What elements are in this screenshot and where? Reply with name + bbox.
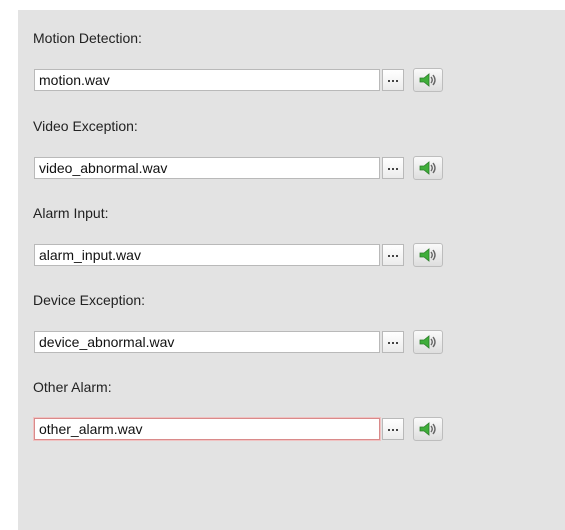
ellipsis-icon bbox=[388, 167, 398, 170]
video-exception-browse-button[interactable] bbox=[382, 157, 404, 179]
alarm-input-browse-button[interactable] bbox=[382, 244, 404, 266]
ellipsis-icon bbox=[388, 79, 398, 82]
motion-detection-label: Motion Detection: bbox=[33, 30, 142, 46]
other-alarm-label: Other Alarm: bbox=[33, 379, 112, 395]
other-alarm-browse-button[interactable] bbox=[382, 418, 404, 440]
alarm-input-sound-input[interactable] bbox=[34, 244, 380, 266]
other-alarm-sound-input[interactable] bbox=[34, 418, 380, 440]
speaker-icon bbox=[419, 422, 436, 436]
video-exception-label: Video Exception: bbox=[33, 118, 138, 134]
ellipsis-icon bbox=[388, 341, 398, 344]
alarm-input-label: Alarm Input: bbox=[33, 205, 109, 221]
speaker-icon bbox=[419, 73, 436, 87]
device-exception-browse-button[interactable] bbox=[382, 331, 404, 353]
alarm-input-play-button[interactable] bbox=[413, 243, 443, 267]
device-exception-sound-input[interactable] bbox=[34, 331, 380, 353]
other-alarm-play-button[interactable] bbox=[413, 417, 443, 441]
motion-detection-sound-input[interactable] bbox=[34, 69, 380, 91]
video-exception-sound-input[interactable] bbox=[34, 157, 380, 179]
device-exception-play-button[interactable] bbox=[413, 330, 443, 354]
speaker-icon bbox=[419, 335, 436, 349]
device-exception-label: Device Exception: bbox=[33, 292, 146, 308]
ellipsis-icon bbox=[388, 428, 398, 431]
ellipsis-icon bbox=[388, 254, 398, 257]
motion-detection-play-button[interactable] bbox=[413, 68, 443, 92]
speaker-icon bbox=[419, 248, 436, 262]
video-exception-play-button[interactable] bbox=[413, 156, 443, 180]
motion-detection-browse-button[interactable] bbox=[382, 69, 404, 91]
alarm-sound-settings-panel: Motion Detection: Video Exception: bbox=[18, 10, 565, 530]
speaker-icon bbox=[419, 161, 436, 175]
